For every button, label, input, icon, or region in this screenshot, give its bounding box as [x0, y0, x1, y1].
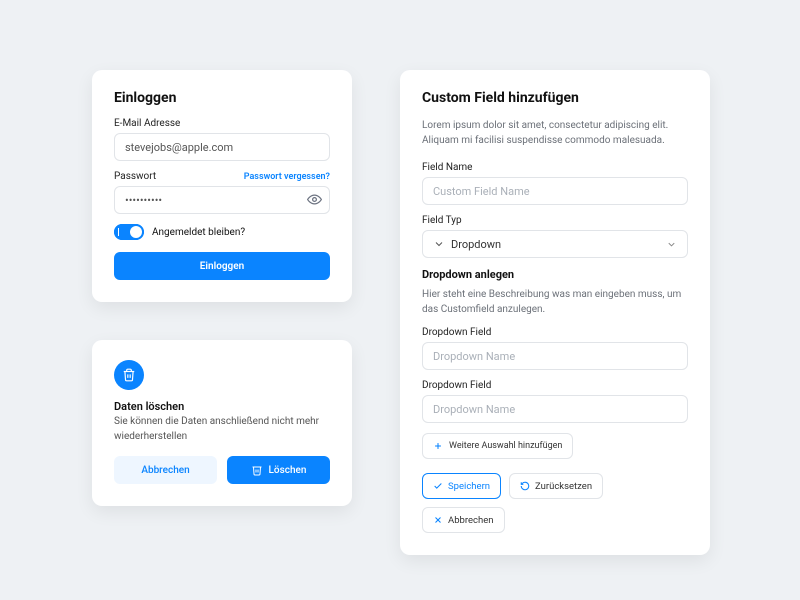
login-card: Einloggen E-Mail Adresse Passwort Passwo… [92, 70, 352, 302]
password-field-group: Passwort Passwort vergessen? [114, 171, 330, 214]
delete-confirm-button[interactable]: Löschen [227, 456, 330, 484]
delete-confirm-label: Löschen [269, 465, 307, 476]
forgot-password-link[interactable]: Passwort vergessen? [244, 172, 330, 182]
add-option-button[interactable]: Weitere Auswahl hinzufügen [422, 433, 573, 459]
dropdown-field-label-1: Dropdown Field [422, 327, 688, 338]
chevron-down-icon [666, 239, 677, 250]
plus-icon [433, 441, 443, 451]
stay-logged-toggle[interactable] [114, 224, 144, 240]
dropdown-section-desc: Hier steht eine Beschreibung was man ein… [422, 287, 688, 317]
add-option-label: Weitere Auswahl hinzufügen [449, 441, 562, 451]
refresh-icon [520, 481, 530, 491]
cancel-button[interactable]: Abbrechen [422, 507, 505, 533]
chevron-down-icon [433, 238, 445, 250]
trash-circle-icon [114, 360, 144, 390]
check-icon [433, 481, 443, 491]
field-name-label: Field Name [422, 162, 688, 173]
save-label: Speichern [448, 481, 490, 492]
dropdown-field-input-1[interactable] [422, 342, 688, 370]
reset-button[interactable]: Zurücksetzen [509, 473, 603, 499]
dropdown-field-label-2: Dropdown Field [422, 380, 688, 391]
login-submit-button[interactable]: Einloggen [114, 252, 330, 280]
delete-cancel-button[interactable]: Abbrechen [114, 456, 217, 484]
delete-card: Daten löschen Sie können die Daten ansch… [92, 340, 352, 506]
password-input[interactable] [114, 186, 330, 214]
field-type-select[interactable]: Dropdown [422, 230, 688, 258]
delete-title: Daten löschen [114, 400, 330, 413]
close-icon [433, 515, 443, 525]
cancel-label: Abbrechen [448, 515, 494, 526]
delete-text: Sie können die Daten anschließend nicht … [114, 415, 330, 444]
trash-icon [251, 464, 263, 476]
email-input[interactable] [114, 133, 330, 161]
dropdown-section-title: Dropdown anlegen [422, 268, 688, 281]
save-button[interactable]: Speichern [422, 473, 501, 499]
reset-label: Zurücksetzen [535, 481, 592, 492]
email-label: E-Mail Adresse [114, 118, 330, 129]
eye-icon[interactable] [307, 192, 322, 207]
field-name-input[interactable] [422, 177, 688, 205]
field-type-label: Field Typ [422, 215, 688, 226]
field-type-value: Dropdown [451, 238, 501, 251]
dropdown-field-input-2[interactable] [422, 395, 688, 423]
custom-desc: Lorem ipsum dolor sit amet, consectetur … [422, 118, 688, 148]
custom-title: Custom Field hinzufügen [422, 90, 688, 106]
stay-logged-label: Angemeldet bleiben? [152, 227, 245, 238]
email-field-group: E-Mail Adresse [114, 118, 330, 161]
password-label: Passwort [114, 171, 156, 182]
custom-field-card: Custom Field hinzufügen Lorem ipsum dolo… [400, 70, 710, 555]
login-title: Einloggen [114, 90, 330, 106]
